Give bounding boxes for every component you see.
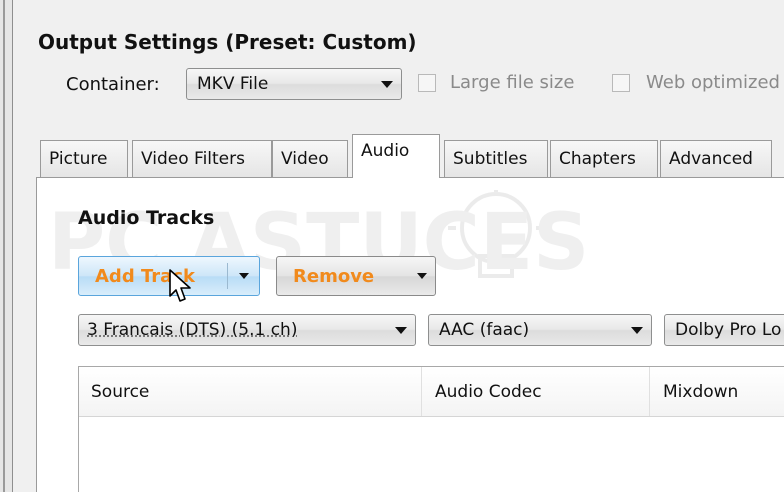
chevron-down-icon[interactable]: [239, 273, 249, 279]
audio-tracks-list[interactable]: Source Audio Codec Mixdown: [78, 366, 784, 492]
mixdown-dropdown[interactable]: Dolby Pro Lo: [664, 314, 784, 346]
chevron-down-icon: [631, 327, 643, 334]
chevron-down-icon: [381, 81, 393, 88]
chevron-down-icon: [395, 327, 407, 334]
web-optimized-checkbox[interactable]: [612, 74, 630, 92]
column-divider[interactable]: [649, 367, 650, 416]
tab-chapters[interactable]: Chapters: [550, 140, 658, 177]
column-divider[interactable]: [421, 367, 422, 416]
column-mixdown[interactable]: Mixdown: [663, 382, 738, 402]
tab-video[interactable]: Video: [272, 140, 348, 177]
list-header: Source Audio Codec Mixdown: [79, 367, 784, 417]
mixdown-value: Dolby Pro Lo: [675, 320, 782, 340]
container-value: MKV File: [197, 74, 269, 94]
split-divider: [227, 263, 228, 289]
web-optimized-label: Web optimized: [646, 72, 780, 93]
remove-label: Remove: [293, 266, 375, 287]
column-source[interactable]: Source: [91, 382, 149, 402]
audio-codec-dropdown[interactable]: AAC (faac): [428, 314, 652, 346]
tab-picture[interactable]: Picture: [40, 140, 128, 177]
large-file-size-label: Large file size: [450, 72, 575, 93]
mouse-cursor-icon: [169, 269, 191, 302]
large-file-size-checkbox[interactable]: [418, 74, 436, 92]
audio-tracks-title: Audio Tracks: [78, 207, 215, 229]
audio-source-value: 3 Francais (DTS) (5.1 ch): [87, 320, 298, 340]
container-label: Container:: [66, 74, 160, 95]
tab-audio[interactable]: Audio: [352, 134, 440, 178]
chevron-down-icon[interactable]: [417, 273, 427, 279]
audio-source-dropdown[interactable]: 3 Francais (DTS) (5.1 ch): [78, 314, 416, 346]
tab-advanced[interactable]: Advanced: [660, 140, 772, 177]
tab-video-filters[interactable]: Video Filters: [132, 140, 272, 177]
column-audio-codec[interactable]: Audio Codec: [435, 382, 542, 402]
output-settings-title: Output Settings (Preset: Custom): [38, 30, 417, 54]
remove-button[interactable]: Remove: [276, 256, 436, 296]
container-dropdown[interactable]: MKV File: [186, 68, 402, 100]
tab-subtitles[interactable]: Subtitles: [444, 140, 548, 177]
audio-codec-value: AAC (faac): [439, 320, 530, 340]
